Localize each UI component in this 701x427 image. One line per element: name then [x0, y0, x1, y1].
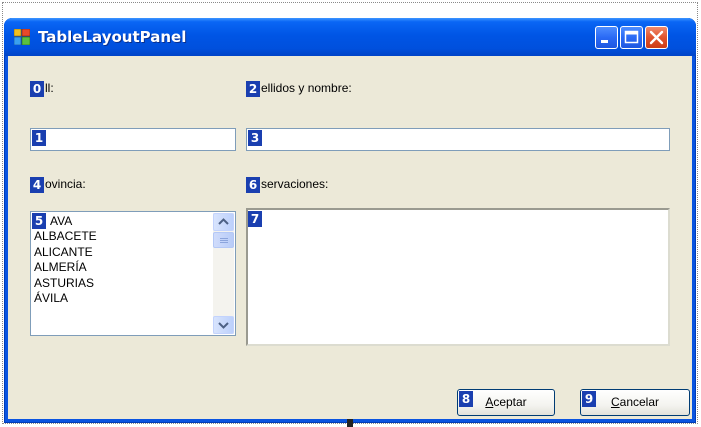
scroll-up-icon — [218, 218, 229, 225]
provincia-label: ovincia: — [45, 177, 86, 191]
badge-8: 8 — [459, 391, 473, 407]
listbox-scrollbar[interactable] — [213, 213, 234, 334]
province-item[interactable]: ALICANTE — [34, 245, 211, 260]
app-icon — [14, 29, 30, 45]
form-window: TableLayoutPanel 0 ll: 2 ellidos y nombr… — [4, 18, 696, 423]
form-client-area: 0 ll: 2 ellidos y nombre: 1 3 4 ovincia:… — [8, 56, 692, 419]
province-list: AVA ALBACETE ALICANTE ALMERÍA ASTURIAS Á… — [34, 214, 211, 306]
scroll-thumb[interactable] — [213, 232, 234, 248]
province-item[interactable]: ALMERÍA — [34, 260, 211, 275]
maximize-icon — [624, 30, 639, 44]
grip-line — [220, 242, 228, 243]
province-item[interactable]: ÁVILA — [34, 291, 211, 306]
badge-6: 6 — [246, 177, 260, 193]
badge-3: 3 — [248, 130, 262, 146]
cancelar-mnemonic: C — [610, 395, 620, 409]
cancelar-button[interactable]: Cancelar — [580, 389, 690, 416]
apellidos-label: ellidos y nombre: — [261, 81, 352, 95]
badge-2: 2 — [246, 81, 260, 97]
observaciones-label: servaciones: — [261, 177, 329, 191]
nif-label: ll: — [45, 81, 54, 95]
observaciones-textarea[interactable] — [246, 208, 670, 346]
cancelar-label: ancelar — [619, 395, 660, 409]
aceptar-label: ceptar — [493, 395, 527, 409]
badge-9: 9 — [582, 391, 596, 407]
scroll-down-icon — [218, 322, 229, 329]
maximize-button[interactable] — [620, 26, 643, 49]
grip-line — [220, 238, 228, 239]
grip-line — [220, 240, 228, 241]
close-button[interactable] — [645, 26, 668, 49]
close-icon — [649, 30, 664, 45]
window-title: TableLayoutPanel — [38, 28, 187, 46]
province-item[interactable]: ASTURIAS — [34, 276, 211, 291]
minimize-button[interactable] — [595, 26, 618, 49]
nif-input[interactable] — [30, 128, 236, 151]
apellidos-input[interactable] — [246, 128, 670, 151]
province-item[interactable]: ALBACETE — [34, 229, 211, 244]
resize-handle[interactable] — [347, 419, 353, 427]
minimize-icon — [601, 40, 608, 43]
badge-1: 1 — [32, 130, 46, 146]
badge-7: 7 — [248, 211, 262, 227]
scroll-up-button[interactable] — [213, 213, 234, 231]
provincia-listbox[interactable]: AVA ALBACETE ALICANTE ALMERÍA ASTURIAS Á… — [30, 211, 236, 336]
province-item-label: AVA — [50, 214, 73, 228]
badge-0: 0 — [30, 81, 44, 97]
badge-5: 5 — [32, 213, 46, 229]
badge-4: 4 — [30, 177, 44, 193]
scroll-down-button[interactable] — [213, 316, 234, 334]
title-bar[interactable]: TableLayoutPanel — [4, 18, 696, 56]
province-item[interactable]: AVA — [34, 214, 211, 229]
